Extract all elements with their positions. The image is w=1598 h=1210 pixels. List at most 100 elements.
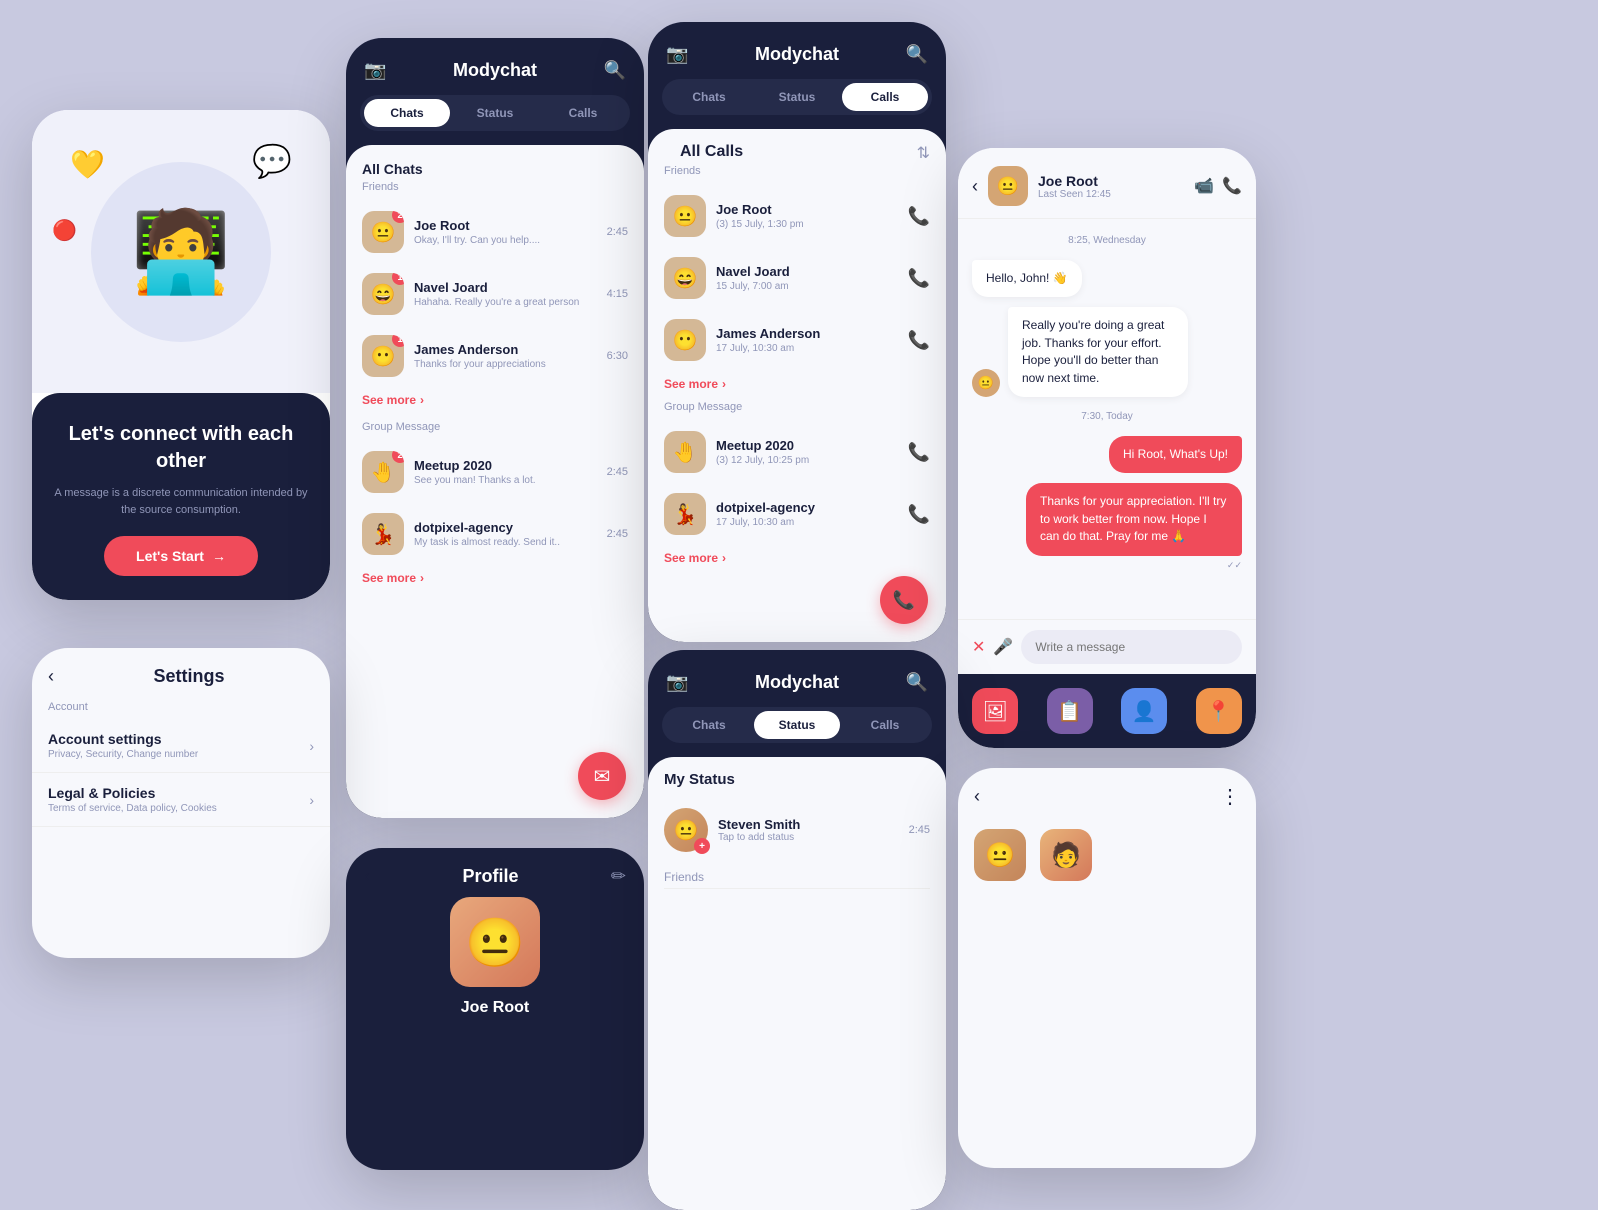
partial-header: ‹ ⋮ [958,768,1256,819]
call-name: Meetup 2020 [716,438,898,453]
chat-name: James Anderson [414,342,597,357]
camera-icon-button[interactable]: 📷 [666,672,688,693]
see-more-calls-friends[interactable]: See more › [648,371,946,401]
legal-policies-item[interactable]: Legal & Policies Terms of service, Data … [32,773,330,827]
character-illustration: 🧑‍💻 [131,212,231,292]
camera-icon-button[interactable]: 📷 [666,44,688,65]
calls-body: All Calls ⇅ Friends 😐 Joe Root (3) 15 Ju… [648,129,946,642]
calls-friends-sublabel: Friends [648,165,946,185]
see-more-friends[interactable]: See more › [346,387,644,417]
see-more-groups[interactable]: See more › [346,565,644,595]
app-title: Modychat [453,60,537,81]
chevron-right-icon: › [309,792,314,808]
call-item-navel-joard[interactable]: 😄 Navel Joard 15 July, 7:00 am 📞 [648,247,946,309]
location-button[interactable]: 📍 [1196,688,1242,734]
back-button[interactable]: ‹ [972,176,978,197]
video-call-icon[interactable]: 📹 [1194,176,1214,196]
call-item-joe-root[interactable]: 😐 Joe Root (3) 15 July, 1:30 pm 📞 [648,185,946,247]
tab-status[interactable]: Status [754,711,840,739]
contact-button[interactable]: 👤 [1121,688,1167,734]
legal-sub: Terms of service, Data policy, Cookies [48,803,309,814]
microphone-icon[interactable]: 🎤 [993,637,1013,657]
conversation-header: ‹ 😐 Joe Root Last Seen 12:45 📹 📞 [958,148,1256,219]
tab-calls[interactable]: Calls [842,83,928,111]
tab-chats[interactable]: Chats [666,711,752,739]
chats-card: 📷 Modychat 🔍 Chats Status Calls All Chat… [346,38,644,818]
cancel-icon[interactable]: ✕ [972,637,985,657]
read-receipt: ✓✓ [1227,560,1242,571]
gallery-button[interactable]: 🖼 [972,688,1018,734]
call-item-james-anderson[interactable]: 😶 James Anderson 17 July, 10:30 am 📞 [648,309,946,371]
call-item-dotpixel[interactable]: 💃 dotpixel-agency 17 July, 10:30 am 📞 [648,483,946,545]
date-divider: 8:25, Wednesday [972,235,1242,246]
divider [664,888,930,889]
tab-status[interactable]: Status [754,83,840,111]
avatar-navel-joard: 😄 [664,257,706,299]
filter-icon[interactable]: ⇅ [917,143,930,163]
call-name: Navel Joard [716,264,898,279]
avatar-dotpixel: 💃 [362,513,404,555]
call-time: (3) 12 July, 10:25 pm [716,455,898,466]
profile-name: Joe Root [461,999,529,1017]
chat-item-navel-joard[interactable]: 😄 1 Navel Joard Hahaha. Really you're a … [346,263,644,325]
more-options-icon[interactable]: ⋮ [1220,784,1240,809]
lets-start-button[interactable]: Let's Start → [104,536,258,576]
account-settings-item[interactable]: Account settings Privacy, Security, Chan… [32,719,330,773]
voice-call-icon[interactable]: 📞 [1222,176,1242,196]
chat-preview: Thanks for your appreciations [414,359,597,370]
edit-profile-button[interactable]: ✏ [611,866,626,887]
chat-item-meetup[interactable]: 🤚 2 Meetup 2020 See you man! Thanks a lo… [346,441,644,503]
date-divider-today: 7:30, Today [972,411,1242,422]
tab-calls[interactable]: Calls [842,711,928,739]
see-more-calls-groups[interactable]: See more › [648,545,946,575]
tab-chats[interactable]: Chats [364,99,450,127]
tab-calls[interactable]: Calls [540,99,626,127]
chat-time: 2:45 [607,226,628,238]
partial-back-button[interactable]: ‹ [974,786,980,807]
status-tabs-bar: Chats Status Calls [662,707,932,743]
status-time: 2:45 [909,824,930,836]
new-call-fab-button[interactable]: 📞 [880,576,928,624]
chat-item-dotpixel[interactable]: 💃 dotpixel-agency My task is almost read… [346,503,644,565]
message-sent-2: Thanks for your appreciation. I'll try t… [1026,483,1242,555]
chat-preview: My task is almost ready. Send it.. [414,537,597,548]
message-sent: Hi Root, What's Up! [1109,436,1242,473]
chat-name: Joe Root [414,218,597,233]
ball-icon: 🔴 [52,218,77,243]
chat-time: 2:45 [607,466,628,478]
chat-item-joe-root[interactable]: 😐 2 Joe Root Okay, I'll try. Can you hel… [346,201,644,263]
profile-avatar: 😐 [450,897,540,987]
call-name: dotpixel-agency [716,500,898,515]
tab-status[interactable]: Status [452,99,538,127]
legal-title: Legal & Policies [48,785,309,801]
camera-icon-button[interactable]: 📷 [364,60,386,81]
missed-call-icon: 📞 [908,330,930,351]
search-icon-button[interactable]: 🔍 [906,44,928,65]
all-chats-label: All Chats [346,161,644,181]
tab-chats[interactable]: Chats [666,83,752,111]
account-section-label: Account [32,701,330,719]
settings-back-button[interactable]: ‹ [48,666,54,687]
my-status-item[interactable]: 😐 + Steven Smith Tap to add status 2:45 [648,798,946,862]
contact-last-seen: Last Seen 12:45 [1038,189,1184,200]
search-icon-button[interactable]: 🔍 [604,60,626,81]
contact-avatar: 😐 [988,166,1028,206]
document-button[interactable]: 📋 [1047,688,1093,734]
call-item-meetup[interactable]: 🤚 Meetup 2020 (3) 12 July, 10:25 pm 📞 [648,421,946,483]
chat-preview: Hahaha. Really you're a great person [414,297,597,308]
avatar-joe-root: 😐 [664,195,706,237]
all-calls-label: All Calls [664,143,759,163]
search-icon-button[interactable]: 🔍 [906,672,928,693]
conversation-footer: 🖼 📋 👤 📍 [958,674,1256,748]
status-tap-hint: Tap to add status [718,832,899,843]
partial-card: ‹ ⋮ 😐 🧑 [958,768,1256,1168]
compose-fab-button[interactable]: ✉ [578,752,626,800]
status-app-header: 📷 Modychat 🔍 [648,650,946,707]
incoming-call-icon: 📞 [908,442,930,463]
chat-item-james-anderson[interactable]: 😶 1 James Anderson Thanks for your appre… [346,325,644,387]
group-sublabel: Group Message [346,417,644,441]
settings-card: ‹ Settings Account Account settings Priv… [32,648,330,958]
account-settings-sub: Privacy, Security, Change number [48,749,309,760]
message-input[interactable] [1021,630,1242,664]
call-time: (3) 15 July, 1:30 pm [716,219,898,230]
